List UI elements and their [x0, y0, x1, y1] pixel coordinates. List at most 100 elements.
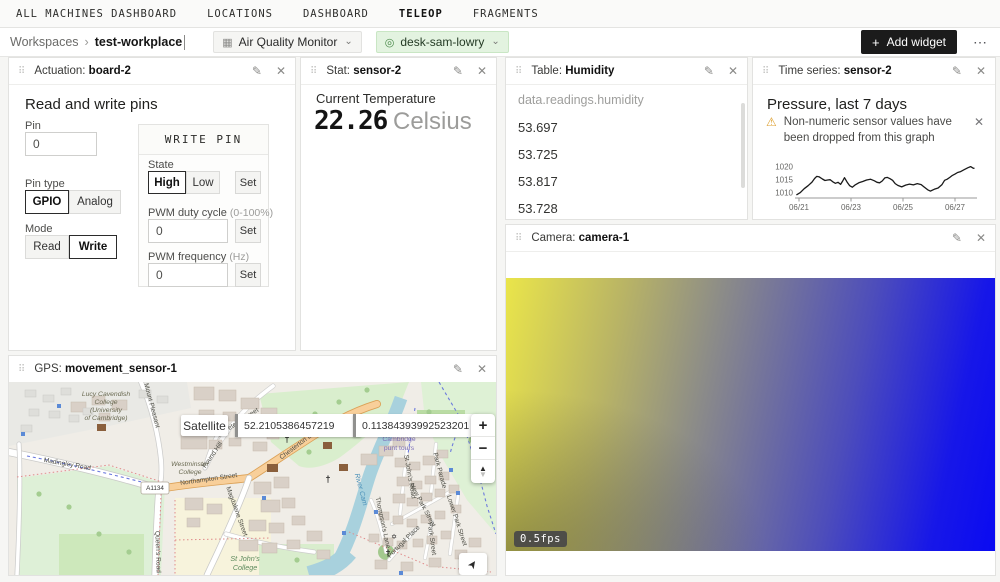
machine-icon: ▦: [222, 36, 232, 49]
state-set-button[interactable]: Set: [235, 171, 261, 194]
svg-text:Cambridge: Cambridge: [382, 436, 415, 443]
drag-handle-icon[interactable]: ⠿: [515, 66, 522, 77]
breadcrumb-workspaces[interactable]: Workspaces: [10, 35, 79, 49]
pin-input[interactable]: 0: [25, 132, 97, 156]
pin-type-analog-button[interactable]: Analog: [69, 190, 121, 214]
drag-handle-icon[interactable]: ⠿: [18, 66, 25, 77]
table-row: 53.725: [518, 147, 558, 162]
machine-selector-dropdown[interactable]: ▦ Air Quality Monitor ⌄: [213, 31, 362, 53]
widget-header: ⠿ Stat: sensor-2 ✎ ✕: [301, 58, 496, 85]
compass-south-icon: ▼: [479, 472, 487, 478]
map-zoom-controls: + − ▲ ▼: [471, 414, 495, 483]
pwm-duty-input[interactable]: 0: [148, 219, 228, 243]
close-icon[interactable]: ✕: [976, 232, 986, 244]
close-icon[interactable]: ✕: [477, 65, 487, 77]
pin-label: Pin: [25, 120, 41, 132]
table-scrollbar[interactable]: [741, 103, 745, 188]
svg-text:✡: ✡: [391, 533, 397, 541]
table-row: 53.697: [518, 120, 558, 135]
satellite-toggle-button[interactable]: Satellite: [181, 415, 228, 436]
write-pin-title: WRITE PIN: [139, 125, 268, 155]
actuation-heading: Read and write pins: [25, 96, 158, 113]
nav-locations[interactable]: LOCATIONS: [207, 8, 273, 20]
widget-title: Stat: sensor-2: [326, 65, 439, 77]
locate-button[interactable]: ➤: [459, 553, 487, 575]
svg-text:06/21: 06/21: [789, 203, 810, 212]
close-icon[interactable]: ✕: [976, 65, 986, 77]
edit-icon[interactable]: ✎: [453, 65, 463, 77]
top-nav: ALL MACHINES DASHBOARD LOCATIONS DASHBOA…: [0, 0, 1000, 28]
drag-handle-icon[interactable]: ⠿: [515, 233, 522, 244]
svg-text:†: †: [325, 474, 330, 484]
widget-title: Camera: camera-1: [531, 232, 938, 244]
edit-icon[interactable]: ✎: [952, 65, 962, 77]
drag-handle-icon[interactable]: ⠿: [762, 66, 769, 77]
compass-button[interactable]: ▲ ▼: [471, 460, 495, 483]
map[interactable]: Madingley RoadMount PleasantNorthampton …: [9, 382, 496, 575]
pwm-freq-label: PWM frequency (Hz): [148, 251, 249, 263]
widget-gps: ⠿ GPS: movement_sensor-1 ✎ ✕: [8, 355, 497, 576]
svg-text:Westminster: Westminster: [171, 461, 209, 468]
svg-text:(University: (University: [90, 407, 123, 414]
edit-icon[interactable]: ✎: [704, 65, 714, 77]
part-selector-label: desk-sam-lowry: [400, 35, 484, 49]
edit-icon[interactable]: ✎: [453, 363, 463, 375]
svg-text:06/23: 06/23: [841, 203, 862, 212]
camera-feed-image: [506, 278, 995, 551]
nav-fragments[interactable]: FRAGMENTS: [473, 8, 539, 20]
pressure-line-chart[interactable]: 10201015101006/2106/2306/2506/27: [763, 154, 987, 212]
svg-text:St John's: St John's: [230, 554, 260, 563]
close-icon[interactable]: ✕: [276, 65, 286, 77]
svg-text:College: College: [94, 399, 117, 406]
widget-header: ⠿ Camera: camera-1 ✎ ✕: [506, 225, 995, 252]
add-widget-button[interactable]: + Add widget: [861, 30, 957, 54]
widget-header: ⠿ GPS: movement_sensor-1 ✎ ✕: [9, 356, 496, 383]
edit-icon[interactable]: ✎: [952, 232, 962, 244]
mode-label: Mode: [25, 223, 53, 235]
longitude-input[interactable]: 0.11384393992523201: [353, 414, 478, 437]
table-row: 53.817: [518, 174, 558, 189]
svg-text:1020: 1020: [775, 163, 793, 172]
close-icon[interactable]: ✕: [728, 65, 738, 77]
nav-teleop[interactable]: TELEOP: [399, 8, 443, 20]
widget-header: ⠿ Table: Humidity ✎ ✕: [506, 58, 747, 85]
zoom-in-button[interactable]: +: [471, 414, 495, 437]
warning-close-icon[interactable]: ✕: [974, 115, 984, 146]
svg-text:06/25: 06/25: [893, 203, 914, 212]
nav-dashboard[interactable]: DASHBOARD: [303, 8, 369, 20]
zoom-out-button[interactable]: −: [471, 437, 495, 460]
svg-text:A1134: A1134: [146, 485, 164, 492]
more-menu-button[interactable]: ⋯: [973, 34, 988, 51]
stat-value: 22.26: [314, 106, 387, 136]
pin-type-gpio-button[interactable]: GPIO: [25, 190, 69, 214]
mode-read-button[interactable]: Read: [25, 235, 69, 259]
warning-icon: ⚠: [766, 115, 777, 146]
state-high-button[interactable]: High: [148, 171, 186, 194]
drag-handle-icon[interactable]: ⠿: [310, 66, 317, 77]
pwm-freq-set-button[interactable]: Set: [235, 263, 261, 287]
fps-badge: 0.5fps: [514, 531, 567, 547]
workspace-name-input[interactable]: test-workplace: [95, 35, 183, 49]
svg-text:1015: 1015: [775, 176, 793, 185]
pwm-duty-set-button[interactable]: Set: [235, 219, 261, 243]
text-cursor: [184, 35, 185, 50]
table-row: 53.728: [518, 201, 558, 216]
drag-handle-icon[interactable]: ⠿: [18, 364, 25, 375]
widget-stat: ⠿ Stat: sensor-2 ✎ ✕ Current Temperature…: [300, 57, 497, 351]
latitude-input[interactable]: 52.2105386457219: [235, 414, 361, 437]
close-icon[interactable]: ✕: [477, 363, 487, 375]
state-low-button[interactable]: Low: [186, 171, 220, 194]
edit-icon[interactable]: ✎: [252, 65, 262, 77]
widget-title: Time series: sensor-2: [778, 65, 938, 77]
svg-text:Lucy Cavendish: Lucy Cavendish: [82, 391, 131, 398]
nav-all-machines-dashboard[interactable]: ALL MACHINES DASHBOARD: [16, 8, 177, 20]
pwm-freq-input[interactable]: 0: [148, 263, 228, 287]
svg-text:†: †: [385, 548, 390, 558]
widget-timeseries: ⠿ Time series: sensor-2 ✎ ✕ Pressure, la…: [752, 57, 996, 220]
widget-title: GPS: movement_sensor-1: [34, 363, 439, 375]
chevron-down-icon: ⌄: [344, 37, 352, 47]
svg-text:1010: 1010: [775, 188, 793, 197]
mode-write-button[interactable]: Write: [69, 235, 117, 259]
plus-icon: +: [872, 35, 880, 50]
part-selector-dropdown[interactable]: ◎ desk-sam-lowry ⌄: [376, 31, 509, 53]
